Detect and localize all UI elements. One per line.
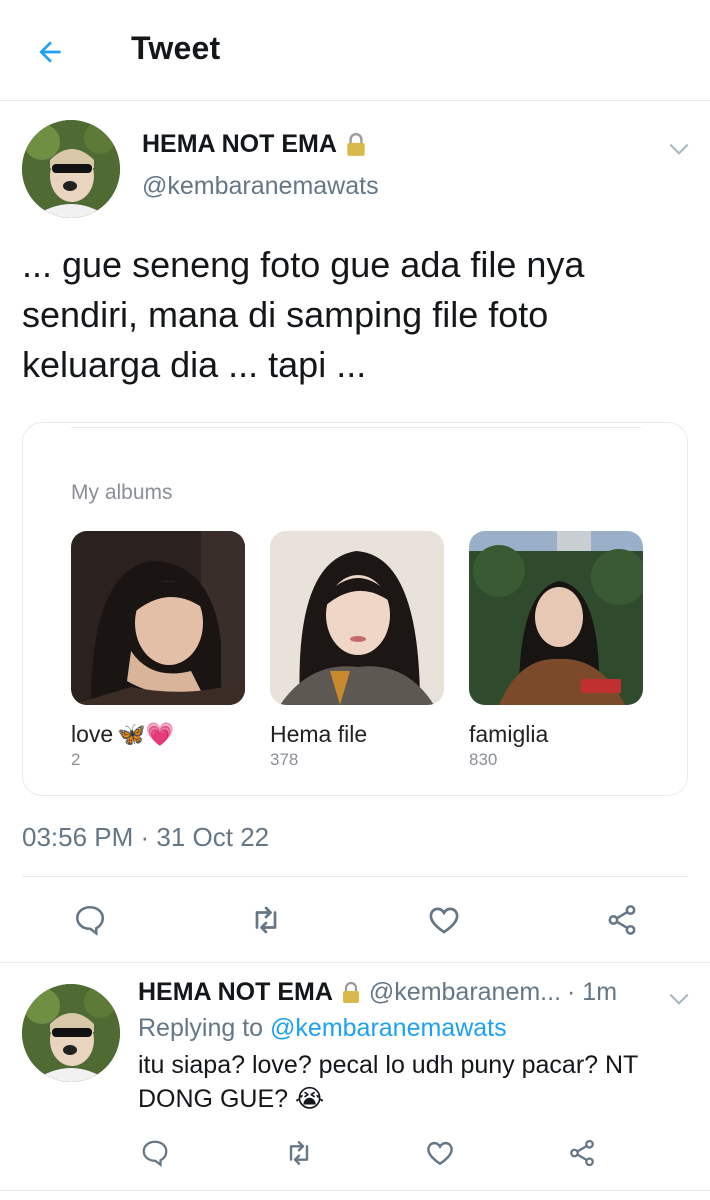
reply-button[interactable] bbox=[70, 900, 110, 940]
albums-heading: My albums bbox=[71, 481, 173, 504]
chevron-down-icon[interactable] bbox=[666, 136, 692, 162]
reply-author-name[interactable]: HEMA NOT EMA bbox=[138, 978, 333, 1007]
album-count: 2 bbox=[71, 750, 81, 769]
author-name[interactable]: HEMA NOT EMA bbox=[142, 130, 369, 159]
chevron-down-icon[interactable] bbox=[666, 986, 692, 1012]
album-name: love 🦋💗 bbox=[71, 721, 175, 747]
reply-header: HEMA NOT EMA @kembaranem... · 1m bbox=[138, 978, 617, 1007]
avatar[interactable] bbox=[22, 120, 120, 218]
album-name: famiglia bbox=[469, 721, 549, 747]
reply-icon bbox=[142, 1140, 168, 1168]
reply-time: · 1m bbox=[567, 978, 618, 1006]
reply-share-button[interactable] bbox=[563, 1134, 601, 1172]
reply-avatar[interactable] bbox=[22, 984, 120, 1082]
divider bbox=[0, 962, 710, 963]
retweet-button[interactable] bbox=[246, 900, 286, 940]
retweet-icon bbox=[289, 1141, 309, 1165]
tweet-text: ... gue seneng foto gue ada file nya sen… bbox=[22, 244, 585, 385]
lock-icon bbox=[347, 132, 365, 156]
butterfly-heart-emoji: 🦋💗 bbox=[117, 721, 175, 747]
share-button[interactable] bbox=[602, 900, 642, 940]
album-thumbnail bbox=[71, 531, 245, 705]
album-name: Hema file bbox=[270, 721, 368, 747]
lock-icon bbox=[342, 981, 359, 1003]
replying-to-handle[interactable]: @kembaranemawats bbox=[270, 1014, 507, 1042]
like-icon bbox=[429, 907, 459, 934]
share-icon bbox=[608, 905, 636, 935]
author-handle[interactable]: @kembaranemawats bbox=[142, 172, 379, 201]
album-count: 378 bbox=[270, 750, 299, 769]
album-count: 830 bbox=[469, 750, 498, 769]
like-button[interactable] bbox=[424, 900, 464, 940]
album-hema-file: Hema file 378 bbox=[270, 531, 444, 770]
album-thumbnail bbox=[469, 531, 643, 705]
like-icon bbox=[427, 1141, 453, 1166]
divider bbox=[0, 1190, 710, 1191]
back-button[interactable] bbox=[32, 34, 68, 70]
album-thumbnail bbox=[270, 531, 444, 705]
reply-text: itu siapa? love? pecal lo udh puny pacar… bbox=[138, 1051, 638, 1113]
divider bbox=[22, 876, 688, 877]
reply-retweet-button[interactable] bbox=[280, 1134, 318, 1172]
attached-image[interactable]: My albums love 🦋💗 2 Hema file 378 famigl… bbox=[22, 422, 688, 796]
page-title: Tweet bbox=[131, 30, 221, 66]
reply-icon bbox=[75, 905, 105, 936]
reply-like-button[interactable] bbox=[421, 1134, 459, 1172]
share-icon bbox=[570, 1139, 594, 1167]
reply-author-handle[interactable]: @kembaranem... bbox=[369, 978, 561, 1007]
retweet-icon bbox=[255, 906, 277, 934]
back-arrow-icon bbox=[39, 41, 61, 63]
replying-to: Replying to @kembaranemawats bbox=[138, 1014, 507, 1042]
tweet-timestamp[interactable]: 03:56 PM · 31 Oct 22 bbox=[22, 822, 269, 853]
top-bar: Tweet bbox=[0, 0, 710, 101]
album-famiglia: famiglia 830 bbox=[469, 531, 643, 770]
reply-reply-button[interactable] bbox=[136, 1134, 174, 1172]
divider bbox=[71, 427, 641, 428]
album-love: love 🦋💗 2 bbox=[71, 531, 245, 770]
